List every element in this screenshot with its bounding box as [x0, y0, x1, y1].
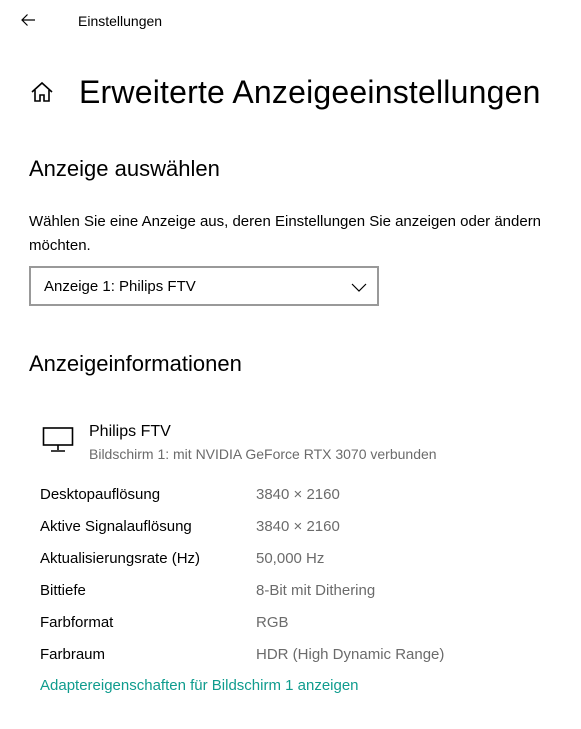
chevron-down-icon: [351, 283, 367, 292]
select-display-description: Wählen Sie eine Anzeige aus, deren Einst…: [29, 213, 542, 254]
info-row-color-format: Farbformat RGB: [40, 609, 560, 641]
info-label: Farbraum: [40, 646, 106, 663]
monitor-name: Philips FTV: [89, 423, 171, 440]
info-row-bit-depth: Bittiefe 8-Bit mit Dithering: [40, 577, 560, 609]
info-label: Bittiefe: [40, 582, 86, 599]
home-icon[interactable]: [29, 79, 55, 105]
info-row-refresh-rate: Aktualisierungsrate (Hz) 50,000 Hz: [40, 545, 560, 577]
display-info-table: Desktopauflösung 3840 × 2160 Aktive Sign…: [40, 481, 560, 673]
info-value: HDR (High Dynamic Range): [256, 646, 445, 663]
info-value: 3840 × 2160: [256, 486, 340, 503]
info-value: RGB: [256, 614, 289, 631]
info-label: Aktive Signalauflösung: [40, 518, 192, 535]
info-value: 3840 × 2160: [256, 518, 340, 535]
app-title: Einstellungen: [78, 13, 163, 29]
info-row-desktop-resolution: Desktopauflösung 3840 × 2160: [40, 481, 560, 513]
monitor-summary: Philips FTV Bildschirm 1: mit NVIDIA GeF…: [42, 420, 562, 468]
section-heading-display-info: Anzeigeinformationen: [29, 351, 242, 376]
info-value: 8-Bit mit Dithering: [256, 582, 376, 599]
info-label: Aktualisierungsrate (Hz): [40, 550, 201, 567]
back-button[interactable]: [14, 6, 42, 34]
arrow-left-icon: [21, 14, 35, 26]
display-select-dropdown[interactable]: Anzeige 1: Philips FTV: [29, 266, 379, 306]
monitor-icon: [42, 427, 74, 452]
monitor-connection-info: Bildschirm 1: mit NVIDIA GeForce RTX 307…: [89, 446, 437, 462]
dropdown-selected-value: Anzeige 1: Philips FTV: [44, 278, 196, 295]
info-value: 50,000 Hz: [256, 550, 325, 567]
info-row-color-space: Farbraum HDR (High Dynamic Range): [40, 641, 560, 673]
info-label: Desktopauflösung: [40, 486, 161, 503]
info-row-active-signal-resolution: Aktive Signalauflösung 3840 × 2160: [40, 513, 560, 545]
title-bar: Einstellungen: [0, 0, 581, 40]
adapter-properties-link[interactable]: Adaptereigenschaften für Bildschirm 1 an…: [40, 676, 359, 696]
page-header: Erweiterte Anzeigeeinstellungen: [29, 70, 541, 114]
section-heading-select-display: Anzeige auswählen: [29, 156, 220, 181]
page-title: Erweiterte Anzeigeeinstellungen: [79, 74, 541, 110]
info-label: Farbformat: [40, 614, 114, 631]
